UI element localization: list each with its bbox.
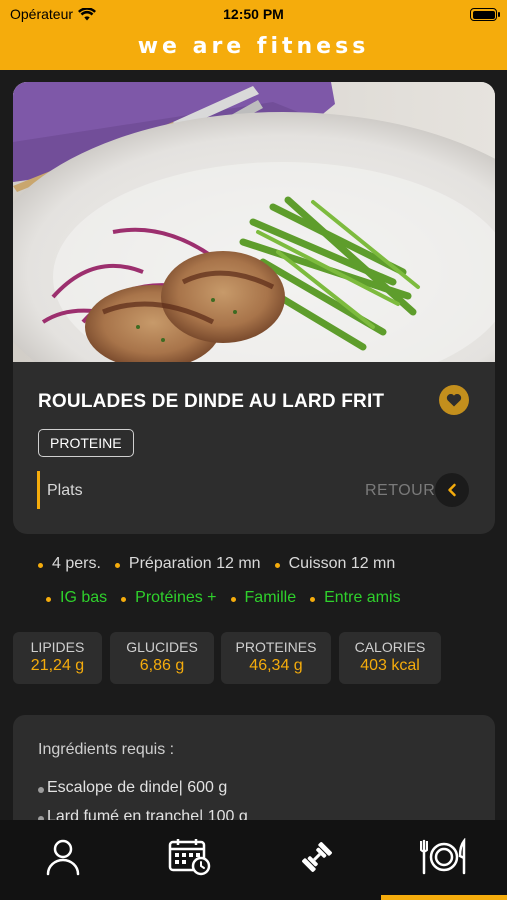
recipe-labels: IG bas Protéines + Famille Entre amis <box>46 589 401 607</box>
tab-bar <box>0 820 507 900</box>
bullet-icon <box>46 597 51 602</box>
heart-icon <box>446 393 462 407</box>
battery-icon <box>470 8 500 21</box>
recipe-photo <box>13 82 495 362</box>
nutrition-calories: CALORIES 403 kcal <box>339 632 441 684</box>
meta-cook-time: Cuisson 12 mn <box>288 555 396 572</box>
bullet-icon <box>121 597 127 602</box>
meta-item: Cuisson 12 mn <box>274 555 396 573</box>
tab-training[interactable] <box>254 820 380 900</box>
bullet-icon <box>38 563 43 568</box>
label-item: IG bas <box>46 589 107 607</box>
active-tab-indicator <box>381 895 507 900</box>
bullet-icon <box>114 563 120 568</box>
bullet-icon <box>310 597 316 602</box>
recipe-category: Plats <box>47 482 83 499</box>
favorite-button[interactable] <box>439 385 469 415</box>
ingredients-heading: Ingrédients requis : <box>38 741 175 758</box>
nutrition-label: PROTEINES <box>235 639 317 655</box>
recipe-title: ROULADES DE DINDE AU LARD FRIT <box>38 391 385 412</box>
status-bar: Opérateur 12:50 PM <box>0 0 507 30</box>
bullet-icon <box>38 787 44 793</box>
tab-recipes[interactable] <box>381 820 507 900</box>
label-text: Protéines + <box>135 589 217 606</box>
ingredients-card: Ingrédients requis : Escalope de dinde| … <box>13 715 495 835</box>
meta-prep-time: Préparation 12 mn <box>128 555 261 572</box>
ingredient-item: Escalope de dinde| 600 g <box>38 779 227 797</box>
category-accent-bar <box>37 471 40 509</box>
back-button[interactable] <box>435 473 469 507</box>
nutrition-label: GLUCIDES <box>126 639 198 655</box>
label-item: Entre amis <box>310 589 401 607</box>
ingredient-text: Escalope de dinde| 600 g <box>47 779 228 796</box>
meta-item: Préparation 12 mn <box>114 555 261 573</box>
label-text: IG bas <box>60 589 108 606</box>
meta-servings: 4 pers. <box>52 555 101 572</box>
label-item: Famille <box>230 589 297 607</box>
nutrition-proteines: PROTEINES 46,34 g <box>221 632 331 684</box>
tab-planning[interactable] <box>127 820 253 900</box>
brand-title: we are fitness <box>137 34 370 59</box>
nutrition-lipides: LIPIDES 21,24 g <box>13 632 102 684</box>
nutrition-label: LIPIDES <box>30 639 85 655</box>
nutrition-value: 46,34 g <box>249 657 303 674</box>
nutrition-label: CALORIES <box>354 639 426 655</box>
recipe-meta: 4 pers. Préparation 12 mn Cuisson 12 mn <box>38 555 395 573</box>
nutrition-value: 403 kcal <box>360 657 420 674</box>
nutrition-glucides: GLUCIDES 6,86 g <box>110 632 214 684</box>
bullet-icon <box>230 597 236 602</box>
dumbbell-icon <box>302 842 332 872</box>
tab-profile[interactable] <box>0 820 126 900</box>
back-label[interactable]: RETOUR <box>365 482 435 500</box>
label-text: Entre amis <box>324 589 401 606</box>
profile-icon <box>46 839 80 876</box>
nutrition-value: 6,86 g <box>139 657 185 674</box>
nutrition-value: 21,24 g <box>30 657 85 674</box>
status-time: 12:50 PM <box>223 6 284 22</box>
label-item: Protéines + <box>121 589 217 607</box>
app-header: Opérateur 12:50 PM we are fitness <box>0 0 507 70</box>
recipe-tag: PROTEINE <box>38 429 134 457</box>
bullet-icon <box>274 563 280 568</box>
plate-cutlery-icon <box>420 838 466 875</box>
meta-item: 4 pers. <box>38 555 101 573</box>
recipe-card: ROULADES DE DINDE AU LARD FRIT PROTEINE … <box>13 82 495 534</box>
chevron-left-icon <box>448 483 456 497</box>
calendar-clock-icon <box>168 839 211 876</box>
label-text: Famille <box>244 589 297 606</box>
